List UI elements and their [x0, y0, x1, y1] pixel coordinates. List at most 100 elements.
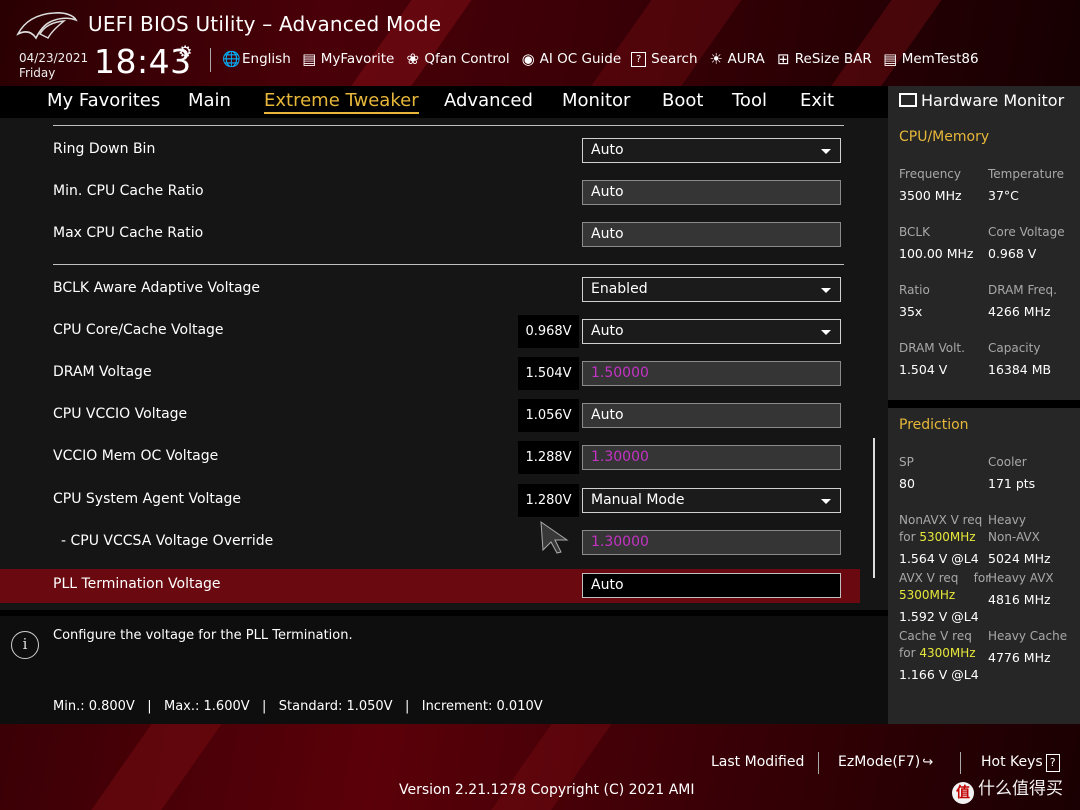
temperature-label: Temperature	[988, 167, 1065, 181]
settings-scrollbar[interactable]	[873, 438, 875, 578]
setting-row-vccio-mem-oc-voltage[interactable]: VCCIO Mem OC Voltage 1.288V 1.30000	[0, 441, 860, 475]
field-value: Auto	[591, 407, 624, 423]
tab-main[interactable]: Main	[188, 90, 231, 111]
nonavx-req-frequency: 5300MHz	[919, 530, 976, 544]
pll-termination-voltage-input[interactable]: Auto	[582, 573, 841, 598]
hot-keys-button[interactable]: Hot Keys?	[981, 754, 1060, 772]
weekday-text: Friday	[19, 66, 56, 80]
mouse-pointer-icon	[540, 520, 569, 554]
dropdown-value: Manual Mode	[591, 492, 685, 508]
footer-separator	[960, 752, 961, 774]
tab-monitor[interactable]: Monitor	[562, 90, 630, 111]
section-divider	[53, 264, 844, 265]
version-copyright: Version 2.21.1278 Copyright (C) 2021 AMI	[399, 782, 695, 798]
tab-my-favorites[interactable]: My Favorites	[47, 90, 160, 111]
qfan-control-button[interactable]: ❀ Qfan Control	[404, 48, 510, 70]
setting-row-min-cpu-cache-ratio[interactable]: Min. CPU Cache Ratio Auto	[0, 176, 860, 210]
cpu-system-agent-voltage-dropdown[interactable]: Manual Mode	[582, 488, 841, 513]
dropdown-value: Enabled	[591, 281, 648, 297]
bclk-aware-adaptive-voltage-dropdown[interactable]: Enabled	[582, 277, 841, 302]
settings-panel: Ring Down Bin Auto Min. CPU Cache Ratio …	[0, 118, 888, 610]
setting-row-cpu-vccio-voltage[interactable]: CPU VCCIO Voltage 1.056V Auto	[0, 399, 860, 433]
top-header: UEFI BIOS Utility – Advanced Mode 04/23/…	[0, 0, 1080, 86]
cpu-memory-heading: CPU/Memory	[899, 129, 990, 145]
prediction-heading: Prediction	[899, 417, 969, 433]
setting-label: VCCIO Mem OC Voltage	[53, 448, 219, 464]
ratio-value: 35x	[899, 304, 923, 319]
chevron-down-icon	[821, 499, 831, 504]
clock-time: 18:43	[94, 42, 192, 81]
setting-label: CPU System Agent Voltage	[53, 491, 241, 507]
voltage-readout: 1.504V	[518, 357, 579, 390]
myfavorite-label: MyFavorite	[320, 51, 395, 67]
cpu-vccsa-voltage-override-input[interactable]: 1.30000	[582, 530, 841, 555]
chevron-down-icon	[821, 149, 831, 154]
tab-extreme-tweaker[interactable]: Extreme Tweaker	[264, 90, 419, 114]
setting-label: Max CPU Cache Ratio	[53, 225, 204, 241]
avx-req-label: AVX V req for	[899, 571, 991, 585]
field-value: Auto	[591, 577, 624, 593]
setting-row-cpu-system-agent-voltage[interactable]: CPU System Agent Voltage 1.280V Manual M…	[0, 484, 860, 518]
tab-boot[interactable]: Boot	[662, 90, 703, 111]
tab-advanced[interactable]: Advanced	[444, 90, 533, 111]
tab-tool[interactable]: Tool	[732, 90, 767, 111]
search-button[interactable]: ? Search	[631, 48, 698, 70]
aura-button[interactable]: ☀ AURA	[708, 48, 764, 70]
voltage-readout: 1.288V	[518, 441, 579, 474]
core-voltage-value: 0.968 V	[988, 246, 1037, 261]
last-modified-button[interactable]: Last Modified	[711, 754, 804, 770]
header-toolbar: 🌐 English ▤ MyFavorite ❀ Qfan Control ◉ …	[222, 48, 989, 70]
ai-guide-icon: ◉	[521, 50, 535, 68]
resize-bar-button[interactable]: ⊞ ReSize BAR	[775, 48, 872, 70]
setting-label: DRAM Voltage	[53, 364, 152, 380]
cpu-core-cache-voltage-dropdown[interactable]: Auto	[582, 319, 841, 344]
watermark-text: 什么值得买	[978, 779, 1063, 799]
max-cpu-cache-ratio-field[interactable]: Auto	[582, 222, 841, 247]
memtest86-button[interactable]: ▤ MemTest86	[882, 48, 979, 70]
search-icon: ?	[631, 51, 647, 67]
setting-label: CPU VCCIO Voltage	[53, 406, 188, 422]
setting-row-cpu-core-cache-voltage[interactable]: CPU Core/Cache Voltage 0.968V Auto	[0, 315, 860, 349]
language-button[interactable]: 🌐 English	[222, 48, 291, 70]
setting-row-cpu-vccsa-voltage-override[interactable]: - CPU VCCSA Voltage Override 1.30000	[0, 526, 860, 560]
exit-arrow-icon: ↪	[922, 755, 934, 770]
setting-row-bclk-aware-adaptive-voltage[interactable]: BCLK Aware Adaptive Voltage Enabled	[0, 273, 860, 307]
capacity-label: Capacity	[988, 341, 1041, 355]
heavy-nonavx-label: Heavy	[988, 513, 1026, 527]
ezmode-button[interactable]: EzMode(F7) ↪	[838, 754, 933, 770]
temperature-value: 37°C	[988, 188, 1019, 203]
clock-settings-gear-icon[interactable]: ⚙	[178, 42, 192, 61]
help-description: Configure the voltage for the PLL Termin…	[53, 628, 353, 643]
nonavx-req-label: NonAVX V req	[899, 513, 983, 527]
nonavx-for-label: for	[899, 530, 916, 544]
setting-row-dram-voltage[interactable]: DRAM Voltage 1.504V 1.50000	[0, 357, 860, 391]
help-panel: i Configure the voltage for the PLL Term…	[0, 616, 888, 724]
setting-row-max-cpu-cache-ratio[interactable]: Max CPU Cache Ratio Auto	[0, 218, 860, 252]
monitor-section-divider	[888, 400, 1080, 408]
cpu-vccio-voltage-field[interactable]: Auto	[582, 403, 841, 428]
cooler-label: Cooler	[988, 455, 1027, 469]
ring-down-bin-dropdown[interactable]: Auto	[582, 138, 841, 163]
dram-freq-label: DRAM Freq.	[988, 283, 1057, 297]
watermark-logo-icon: 值	[952, 782, 974, 804]
fan-icon: ❀	[406, 50, 420, 68]
tab-exit[interactable]: Exit	[800, 90, 834, 111]
nonavx-req-value: 1.564 V @L4	[899, 551, 979, 566]
vccio-mem-oc-voltage-input[interactable]: 1.30000	[582, 445, 841, 470]
capacity-value: 16384 MB	[988, 362, 1052, 377]
hardware-monitor-title: Hardware Monitor	[899, 91, 1064, 110]
chevron-down-icon	[821, 288, 831, 293]
min-cpu-cache-ratio-field[interactable]: Auto	[582, 180, 841, 205]
sp-label: SP	[899, 455, 914, 469]
setting-row-ring-down-bin[interactable]: Ring Down Bin Auto	[0, 134, 860, 168]
bclk-value: 100.00 MHz	[899, 246, 974, 261]
memtest86-label: MemTest86	[901, 51, 979, 67]
setting-row-pll-termination-voltage[interactable]: PLL Termination Voltage Auto	[0, 569, 860, 603]
main-menu-tabs: My Favorites Main Extreme Tweaker Advanc…	[0, 86, 888, 118]
question-mark-icon: ?	[1045, 754, 1060, 772]
myfavorite-button[interactable]: ▤ MyFavorite	[301, 48, 395, 70]
setting-label: Ring Down Bin	[53, 141, 156, 157]
qfan-label: Qfan Control	[424, 51, 510, 67]
ai-oc-guide-button[interactable]: ◉ AI OC Guide	[520, 48, 622, 70]
dram-voltage-input[interactable]: 1.50000	[582, 361, 841, 386]
